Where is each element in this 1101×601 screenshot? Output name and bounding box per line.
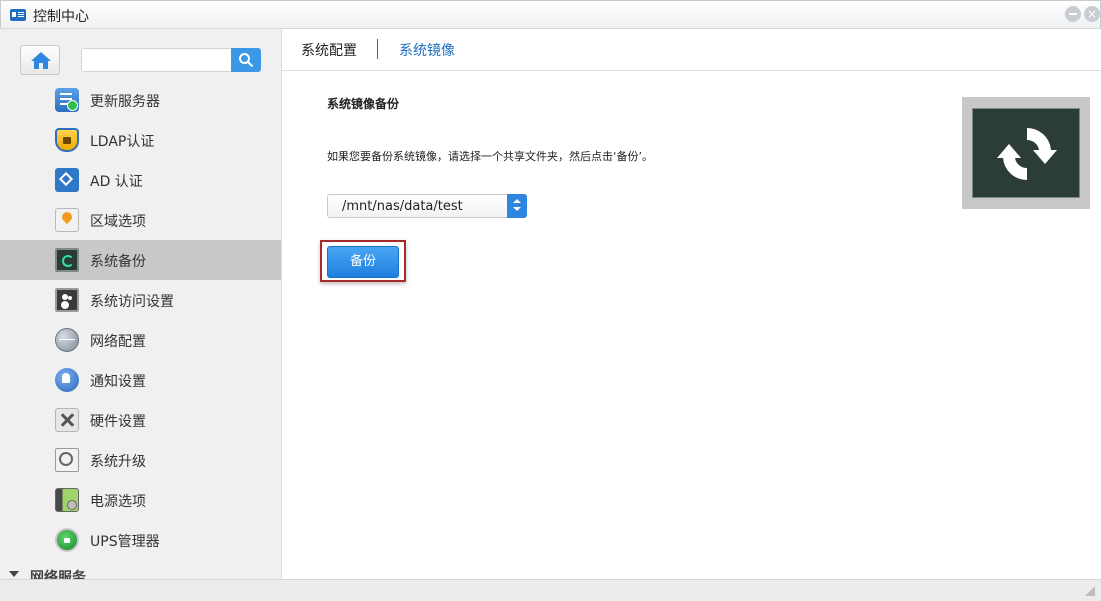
sidebar-item-update-server[interactable]: 更新服务器 bbox=[0, 80, 281, 120]
ldap-shield-icon bbox=[55, 128, 79, 152]
minimize-button[interactable] bbox=[1065, 6, 1081, 22]
sidebar-item-label: 系统备份 bbox=[90, 254, 146, 270]
sidebar: 更新服务器 LDAP认证 AD 认证 区域选项 系统备份 系统访问设置 网络配置… bbox=[0, 29, 282, 579]
system-backup-icon bbox=[55, 248, 79, 272]
sidebar-item-system-backup[interactable]: 系统备份 bbox=[0, 240, 281, 280]
notification-bell-icon bbox=[55, 368, 79, 392]
backup-illustration bbox=[962, 97, 1090, 209]
shared-folder-select[interactable]: /mnt/nas/data/test bbox=[327, 194, 527, 218]
sidebar-item-access[interactable]: 系统访问设置 bbox=[0, 280, 281, 320]
status-bar bbox=[0, 579, 1101, 601]
sidebar-item-upgrade[interactable]: 系统升级 bbox=[0, 440, 281, 480]
sidebar-item-label: 硬件设置 bbox=[90, 414, 146, 430]
window-title: 控制中心 bbox=[33, 9, 89, 25]
resize-grip-icon[interactable] bbox=[1085, 586, 1095, 596]
window-titlebar: 控制中心 × bbox=[0, 0, 1101, 29]
sidebar-item-label: AD 认证 bbox=[90, 174, 143, 190]
instruction-text: 如果您要备份系统镜像，请选择一个共享文件夹，然后点击‘备份’。 bbox=[327, 150, 653, 163]
selected-folder-value: /mnt/nas/data/test bbox=[342, 199, 463, 214]
tab-system-image[interactable]: 系统镜像 bbox=[399, 40, 455, 60]
sidebar-item-label: LDAP认证 bbox=[90, 134, 155, 150]
search-icon bbox=[239, 53, 254, 68]
sidebar-item-label: 通知设置 bbox=[90, 374, 146, 390]
hardware-tools-icon bbox=[55, 408, 79, 432]
network-globe-icon bbox=[55, 328, 79, 352]
select-arrows-icon[interactable] bbox=[507, 194, 527, 218]
sidebar-item-ups[interactable]: UPS管理器 bbox=[0, 520, 281, 560]
search-button[interactable] bbox=[231, 48, 261, 72]
close-button[interactable]: × bbox=[1084, 6, 1100, 22]
tab-system-config[interactable]: 系统配置 bbox=[301, 40, 357, 60]
sidebar-item-region[interactable]: 区域选项 bbox=[0, 200, 281, 240]
control-center-icon bbox=[10, 9, 26, 21]
access-users-icon bbox=[55, 288, 79, 312]
sidebar-item-label: 系统升级 bbox=[90, 454, 146, 470]
sidebar-item-label: 电源选项 bbox=[90, 494, 146, 510]
backup-illustration-tile bbox=[972, 108, 1080, 198]
home-icon bbox=[31, 52, 51, 69]
section-title: 系统镜像备份 bbox=[327, 97, 400, 111]
sidebar-item-label: UPS管理器 bbox=[90, 534, 160, 550]
power-battery-icon bbox=[55, 488, 79, 512]
sidebar-item-notification[interactable]: 通知设置 bbox=[0, 360, 281, 400]
tab-bar: 系统配置 系统镜像 bbox=[282, 29, 1101, 71]
home-button[interactable] bbox=[20, 45, 60, 75]
sidebar-section-label: 网络服务 bbox=[30, 570, 86, 579]
collapse-arrow-icon bbox=[9, 571, 19, 577]
backup-button[interactable]: 备份 bbox=[327, 246, 399, 278]
sidebar-item-ad[interactable]: AD 认证 bbox=[0, 160, 281, 200]
sidebar-item-power[interactable]: 电源选项 bbox=[0, 480, 281, 520]
system-upgrade-icon bbox=[55, 448, 79, 472]
region-pin-icon bbox=[55, 208, 79, 232]
sidebar-item-ldap[interactable]: LDAP认证 bbox=[0, 120, 281, 160]
sidebar-item-label: 网络配置 bbox=[90, 334, 146, 350]
sidebar-item-label: 更新服务器 bbox=[90, 94, 160, 110]
tab-separator bbox=[377, 39, 378, 59]
sidebar-item-label: 区域选项 bbox=[90, 214, 146, 230]
search-input[interactable] bbox=[81, 48, 231, 72]
sidebar-section-network-services[interactable]: 网络服务 bbox=[0, 566, 281, 579]
update-server-icon bbox=[55, 88, 79, 112]
sidebar-item-label: 系统访问设置 bbox=[90, 294, 174, 310]
ups-manager-icon bbox=[55, 528, 79, 552]
sidebar-item-network[interactable]: 网络配置 bbox=[0, 320, 281, 360]
sidebar-item-hardware[interactable]: 硬件设置 bbox=[0, 400, 281, 440]
ad-network-icon bbox=[55, 168, 79, 192]
sync-arrows-icon bbox=[997, 127, 1057, 181]
